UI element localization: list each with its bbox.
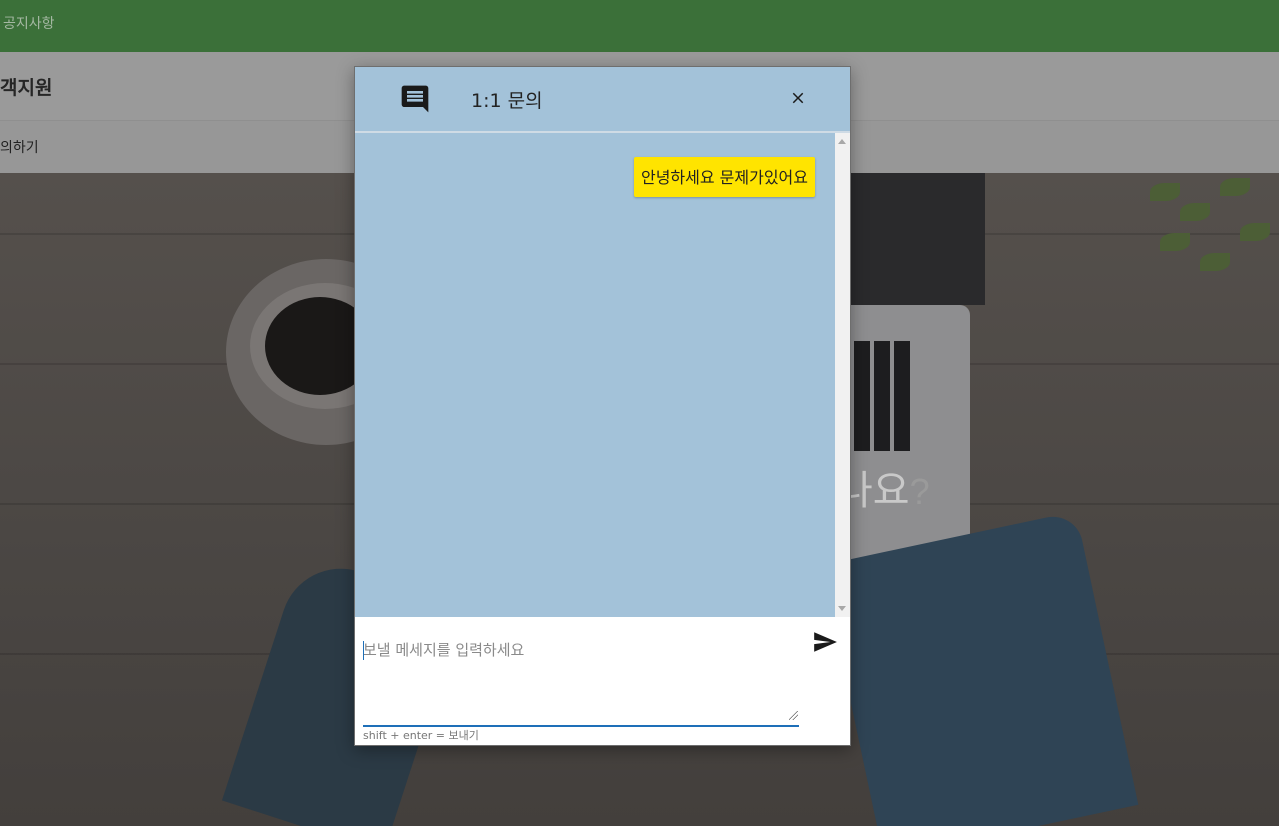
text-caret [363,641,364,660]
leaf [1150,183,1180,201]
chat-icon [401,85,429,113]
subnav-item-inquiry[interactable]: 의하기 [0,137,39,157]
textarea-resize-handle[interactable] [789,711,798,720]
laptop-screen [850,173,985,305]
leaf [1240,223,1270,241]
close-icon [792,92,804,104]
message-bubble-sent: 안녕하세요 문제가있어요 [633,157,815,197]
close-button[interactable] [785,85,811,111]
hero-question-mark: ? [909,471,930,512]
laptop-keys [854,341,914,451]
scroll-up-arrow-icon[interactable] [838,139,846,144]
chat-dialog-header: 1:1 문의 [355,67,850,133]
leaf [1160,233,1190,251]
message-input[interactable] [363,635,799,727]
message-list[interactable]: 안녕하세요 문제가있어요 [355,133,835,617]
message-scrollbar[interactable] [835,133,850,617]
scroll-down-arrow-icon[interactable] [838,606,846,611]
send-shortcut-hint: shift + enter = 보내기 [363,729,479,742]
top-navbar: 공지사항 [0,0,1279,52]
right-arm [821,511,1139,826]
chat-dialog-title: 1:1 문의 [471,90,543,112]
page-title: 객지원 [0,77,53,99]
leaf [1220,178,1250,196]
nav-item-notice[interactable]: 공지사항 [3,13,55,33]
send-icon[interactable] [811,629,839,655]
chat-dialog: 1:1 문의 안녕하세요 문제가있어요 shift + enter = 보내기 [354,66,851,746]
leaf [1180,203,1210,221]
plant [1140,173,1279,313]
leaf [1200,253,1230,271]
message-composer: shift + enter = 보내기 [355,617,850,745]
